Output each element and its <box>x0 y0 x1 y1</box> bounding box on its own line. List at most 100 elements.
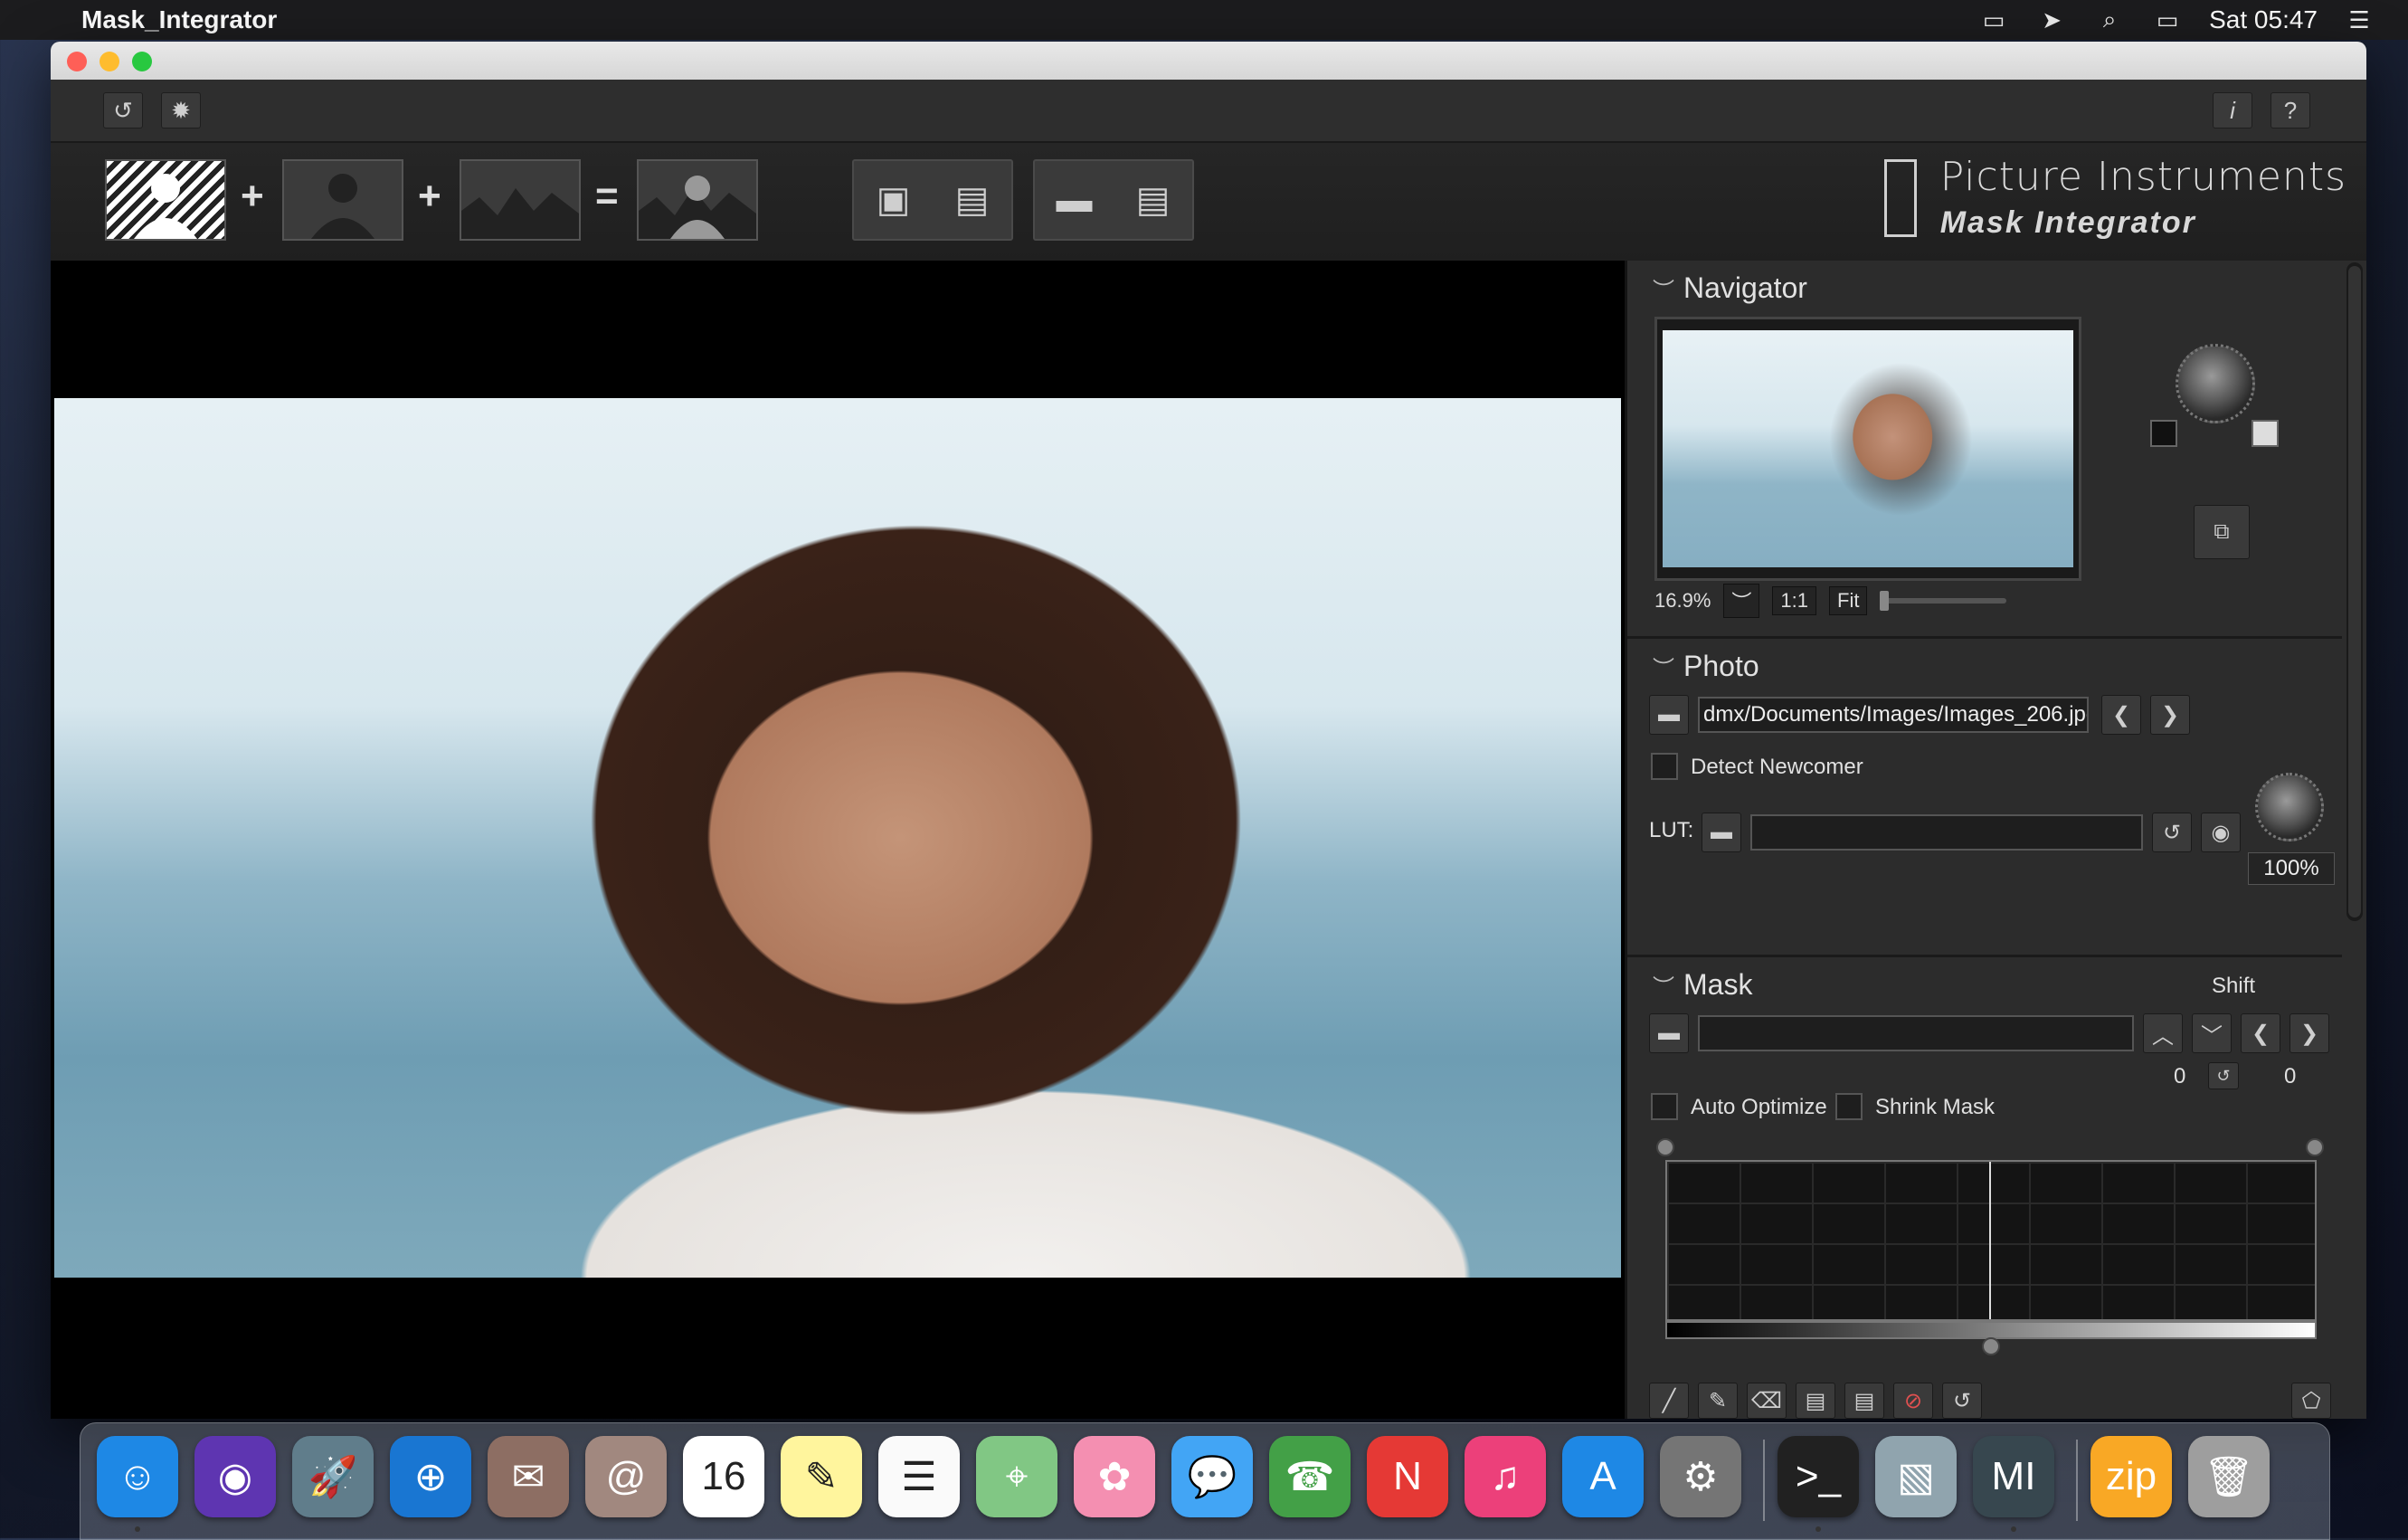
dock-mask-integrator-icon[interactable]: MI <box>1973 1436 2054 1517</box>
app-menu-title[interactable]: Mask_Integrator <box>81 5 277 34</box>
dock-messages-icon[interactable]: 💬 <box>1171 1436 1253 1517</box>
gradient-midpoint-handle[interactable] <box>1982 1337 2000 1355</box>
lut-opacity-knob[interactable] <box>2255 773 2324 841</box>
shift-left-icon[interactable]: ❮ <box>2241 1013 2280 1053</box>
dock-maps-icon[interactable]: ⌖ <box>976 1436 1057 1517</box>
open-mask-folder-icon[interactable]: ▬ <box>1649 1013 1689 1053</box>
brush-icon[interactable]: ╱ <box>1649 1383 1689 1419</box>
detach-navigator-icon[interactable]: ⧉ <box>2194 505 2250 559</box>
minimize-window-button[interactable] <box>100 52 119 71</box>
dock-notes-icon[interactable]: ✎ <box>781 1436 862 1517</box>
dock-news-icon[interactable]: N <box>1367 1436 1448 1517</box>
navigator-header[interactable]: ︶ Navigator <box>1653 271 1807 305</box>
photo-path-field[interactable]: dmx/Documents/Images/Images_206.jpg <box>1698 697 2089 733</box>
mask-slot[interactable] <box>282 159 403 241</box>
mask-curve-graph[interactable] <box>1665 1160 2317 1321</box>
reset-shift-icon[interactable]: ↺ <box>2208 1062 2239 1089</box>
collapse-chevron-icon: ︶ <box>1653 657 1674 681</box>
dock-calendar-icon[interactable]: 16 <box>683 1436 764 1517</box>
zoom-window-button[interactable] <box>132 52 152 71</box>
previous-photo-button[interactable]: ❮ <box>2101 695 2141 735</box>
dock-trash-icon[interactable]: 🗑 <box>2188 1436 2270 1517</box>
dock-contacts-icon[interactable]: @ <box>585 1436 667 1517</box>
shift-label: Shift <box>2212 974 2256 998</box>
brightness-knob[interactable] <box>2176 344 2255 423</box>
reset-icon[interactable]: ↺ <box>103 92 143 128</box>
dock-app-store-icon[interactable]: A <box>1562 1436 1644 1517</box>
settings-icon[interactable]: ✹ <box>161 92 201 128</box>
dock-siri-icon[interactable]: ◉ <box>194 1436 276 1517</box>
dock-facetime-icon[interactable]: ☎ <box>1269 1436 1351 1517</box>
navigator-preview[interactable] <box>1654 317 2081 581</box>
folder-icon[interactable]: ▬ <box>1048 176 1102 223</box>
auto-optimize-checkbox[interactable] <box>1651 1093 1678 1120</box>
lut-path-field[interactable] <box>1750 814 2143 851</box>
dock-music-icon[interactable]: ♫ <box>1465 1436 1546 1517</box>
dock-preview-icon[interactable]: ▧ <box>1875 1436 1957 1517</box>
reset-lut-icon[interactable]: ↺ <box>2152 813 2192 852</box>
curve-left-handle[interactable] <box>1656 1138 1674 1156</box>
background-slot[interactable] <box>460 159 581 241</box>
load-mask-icon[interactable]: ▤ <box>1796 1383 1835 1419</box>
lut-opacity-value[interactable]: 100% <box>2248 852 2335 885</box>
photo-icon[interactable]: ▣ <box>867 176 921 223</box>
detect-newcomer-checkbox[interactable] <box>1651 753 1678 780</box>
zoom-fit-button[interactable]: Fit <box>1829 586 1868 615</box>
mask-path-field[interactable] <box>1698 1015 2134 1051</box>
info-icon[interactable]: i <box>2213 92 2252 128</box>
location-icon[interactable]: ➤ <box>2035 6 2068 33</box>
undo-mask-icon[interactable]: ↺ <box>1942 1383 1982 1419</box>
help-icon[interactable]: ? <box>2271 92 2310 128</box>
display-icon[interactable]: ▭ <box>2151 6 2184 33</box>
clear-mask-icon[interactable]: ⊘ <box>1893 1383 1933 1419</box>
result-slot[interactable] <box>637 159 758 241</box>
mask-header[interactable]: ︶ Mask <box>1653 968 1752 1002</box>
dock-photos-icon[interactable]: ✿ <box>1074 1436 1155 1517</box>
paint-brush-icon[interactable]: ✎ <box>1698 1383 1738 1419</box>
lut-label: LUT: <box>1649 818 1694 842</box>
photo-header[interactable]: ︶ Photo <box>1653 650 1759 683</box>
dock-separator <box>2076 1440 2078 1521</box>
open-lut-folder-icon[interactable]: ▬ <box>1702 813 1741 852</box>
title-bar <box>51 42 2366 80</box>
close-window-button[interactable] <box>67 52 87 71</box>
shrink-mask-checkbox[interactable] <box>1835 1093 1863 1120</box>
dock-archive-utility-icon[interactable]: zip <box>2090 1436 2172 1517</box>
dock-mail-icon[interactable]: ✉ <box>488 1436 569 1517</box>
zoom-slider-knob[interactable] <box>1880 591 1890 611</box>
control-center-icon[interactable]: ☰ <box>2343 6 2375 33</box>
next-photo-button[interactable]: ❯ <box>2150 695 2190 735</box>
dock-launchpad-icon[interactable]: 🚀 <box>292 1436 374 1517</box>
zoom-dropdown-icon[interactable]: ︶ <box>1723 584 1760 618</box>
prev-chevron-icon: ❮ <box>2111 702 2131 727</box>
zoom-slider[interactable] <box>1880 591 2007 611</box>
save-batch-icon[interactable]: ▤ <box>1126 176 1180 223</box>
panel-scrollbar[interactable] <box>2346 262 2363 921</box>
shift-up-icon[interactable]: ︿ <box>2143 1013 2183 1053</box>
shift-right-icon[interactable]: ❯ <box>2289 1013 2329 1053</box>
dock-terminal-icon[interactable]: >_ <box>1778 1436 1859 1517</box>
white-point-swatch[interactable] <box>2252 420 2279 447</box>
dock-safari-icon[interactable]: ⊕ <box>390 1436 471 1517</box>
save-mask-icon[interactable]: ▤ <box>1844 1383 1884 1419</box>
dock-finder-icon[interactable]: ☺ <box>97 1436 178 1517</box>
clock[interactable]: Sat 05:47 <box>2209 5 2318 34</box>
image-canvas[interactable] <box>51 261 1625 1419</box>
zoom-1-1-button[interactable]: 1:1 <box>1772 586 1816 615</box>
zoom-value[interactable]: 16.9% <box>1654 589 1711 613</box>
mask-settings-icon[interactable]: ⬠ <box>2291 1383 2331 1419</box>
original-photo-slot[interactable] <box>105 159 226 241</box>
open-photo-folder-icon[interactable]: ▬ <box>1649 695 1689 735</box>
save-icon[interactable]: ▤ <box>945 176 1000 223</box>
airplay-icon[interactable]: ▭ <box>1977 6 2010 33</box>
eraser-icon[interactable]: ⌫ <box>1747 1383 1787 1419</box>
curve-right-handle[interactable] <box>2306 1138 2324 1156</box>
shift-down-icon[interactable]: ﹀ <box>2192 1013 2232 1053</box>
preview-lut-eye-icon[interactable]: ◉ <box>2201 813 2241 852</box>
shrink-mask-label: Shrink Mask <box>1875 1095 1996 1119</box>
scrollbar-thumb[interactable] <box>2348 266 2361 917</box>
spotlight-icon[interactable]: ⌕ <box>2093 5 2126 33</box>
dock-reminders-icon[interactable]: ☰ <box>878 1436 960 1517</box>
black-point-swatch[interactable] <box>2150 420 2177 447</box>
dock-system-preferences-icon[interactable]: ⚙ <box>1660 1436 1741 1517</box>
